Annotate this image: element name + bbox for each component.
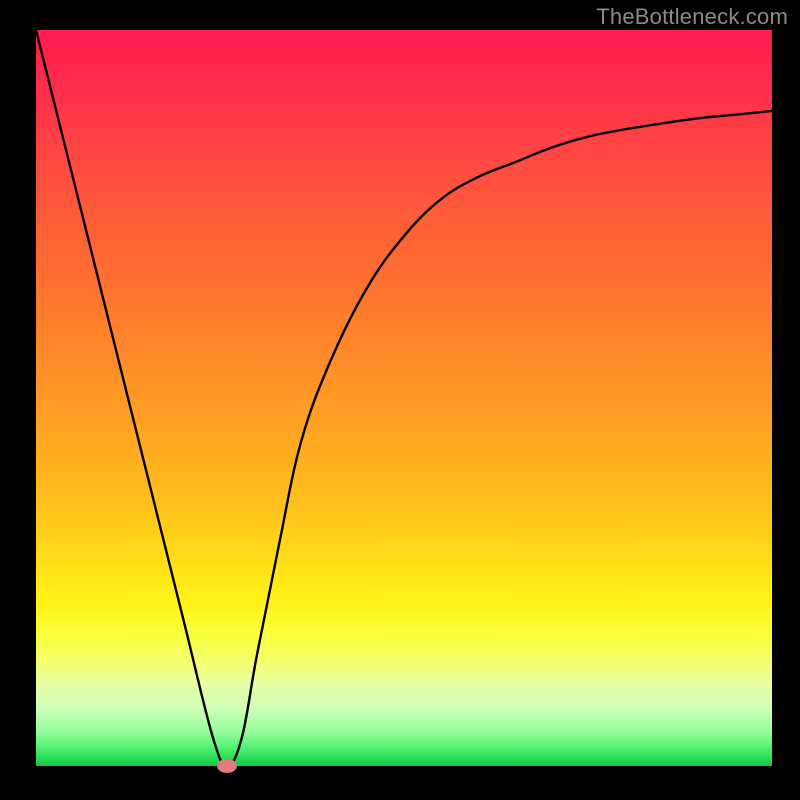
bottleneck-curve <box>36 30 772 766</box>
min-point-marker <box>217 759 237 773</box>
watermark-text: TheBottleneck.com <box>596 4 788 30</box>
curve-layer <box>36 30 772 766</box>
chart-frame: TheBottleneck.com <box>0 0 800 800</box>
plot-area <box>36 30 772 766</box>
